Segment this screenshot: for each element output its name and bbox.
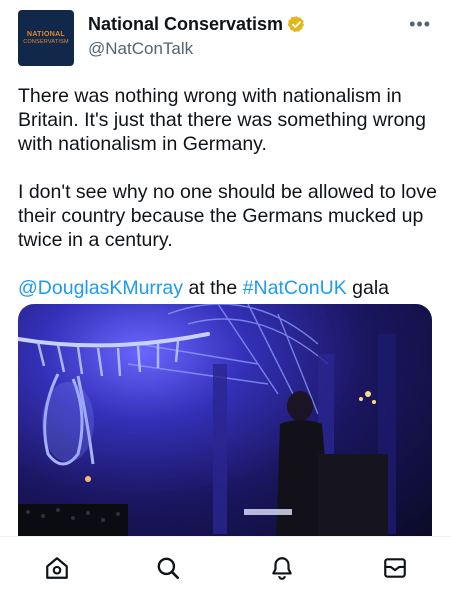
tweet-paragraph-2: I don't see why no one should be allowed… [18,181,437,251]
tab-search[interactable] [151,551,185,585]
tweet-paragraph-1: There was nothing wrong with nationalism… [18,85,426,155]
avatar[interactable]: NATIONAL CONSERVATISM [18,10,74,66]
tweet-header: NATIONAL CONSERVATISM National Conservat… [18,10,439,70]
account-names: National Conservatism @NatConTalk [88,14,306,59]
notifications-bell-icon [272,557,292,580]
avatar-text-line2: CONSERVATISM [23,38,69,45]
home-icon [46,557,68,579]
display-name-row[interactable]: National Conservatism [88,14,306,35]
bottom-tab-bar [0,536,451,600]
tweet-paragraph-3: @DouglasKMurray at the #NatConUK gala [18,276,437,300]
mention-link[interactable]: @DouglasKMurray [18,277,183,299]
tweet-text-middle: at the [183,277,243,299]
tweet-photo[interactable] [18,304,432,544]
verified-badge-icon [287,16,305,33]
tab-home[interactable] [40,551,74,585]
gala-hall-photo [18,304,396,544]
tab-notifications[interactable] [265,551,299,585]
display-name[interactable]: National Conservatism [88,14,283,35]
tweet-text: There was nothing wrong with nationalism… [18,84,437,324]
tab-messages[interactable] [378,551,412,585]
tweet-text-end: gala [346,277,390,299]
search-icon [157,557,180,580]
avatar-text-line1: NATIONAL [26,30,66,38]
more-options-icon[interactable]: ••• [409,14,431,35]
account-handle[interactable]: @NatConTalk [88,39,306,59]
hashtag-link[interactable]: #NatConUK [243,277,347,299]
messages-envelope-icon [384,558,406,578]
